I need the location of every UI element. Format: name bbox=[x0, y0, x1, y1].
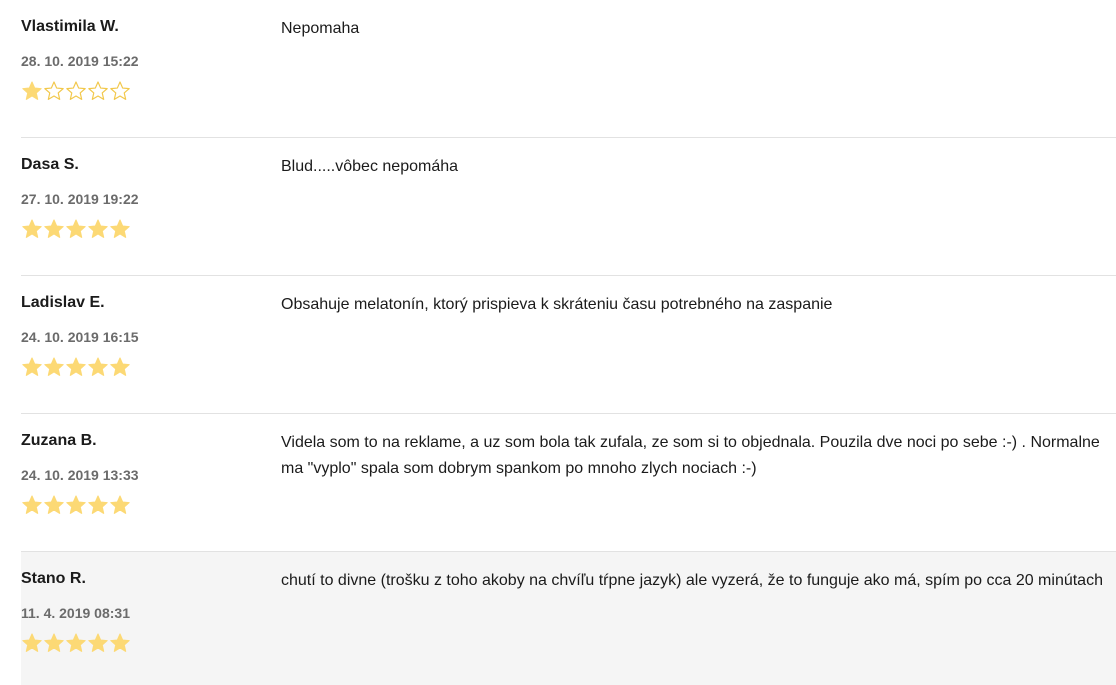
star-filled-icon bbox=[65, 632, 87, 654]
star-filled-icon bbox=[65, 356, 87, 378]
review-author: Stano R. bbox=[21, 570, 86, 587]
star-filled-icon bbox=[87, 218, 109, 240]
star-filled-icon bbox=[65, 494, 87, 516]
star-filled-icon bbox=[21, 356, 43, 378]
star-filled-icon bbox=[43, 632, 65, 654]
star-filled-icon bbox=[109, 356, 131, 378]
review-text: Blud.....vôbec nepomáha bbox=[281, 158, 459, 175]
star-filled-icon bbox=[21, 80, 43, 102]
star-rating bbox=[21, 356, 131, 380]
star-filled-icon bbox=[65, 218, 87, 240]
review-text: Obsahuje melatonín, ktorý prispieva k sk… bbox=[281, 296, 833, 313]
star-rating bbox=[21, 494, 131, 518]
review-author: Zuzana B. bbox=[21, 432, 97, 449]
review-list: Vlastimila W. 28. 10. 2019 15:22 Nepomah… bbox=[21, 0, 1116, 685]
review-date: 11. 4. 2019 08:31 bbox=[21, 605, 130, 621]
star-filled-icon bbox=[87, 356, 109, 378]
review-item: Vlastimila W. 28. 10. 2019 15:22 Nepomah… bbox=[21, 0, 1116, 138]
review-item: Stano R. 11. 4. 2019 08:31 chutí to divn… bbox=[21, 552, 1116, 685]
review-date: 28. 10. 2019 15:22 bbox=[21, 53, 139, 69]
star-filled-icon bbox=[87, 632, 109, 654]
review-item: Zuzana B. 24. 10. 2019 13:33 Videla som … bbox=[21, 414, 1116, 552]
star-filled-icon bbox=[109, 218, 131, 240]
star-filled-icon bbox=[21, 494, 43, 516]
star-empty-icon bbox=[65, 80, 87, 102]
review-author: Vlastimila W. bbox=[21, 18, 119, 35]
star-filled-icon bbox=[21, 632, 43, 654]
star-filled-icon bbox=[109, 632, 131, 654]
review-text: Videla som to na reklame, a uz som bola … bbox=[281, 434, 1100, 477]
review-text: chutí to divne (trošku z toho akoby na c… bbox=[281, 572, 1103, 589]
star-rating bbox=[21, 632, 131, 656]
star-filled-icon bbox=[87, 494, 109, 516]
review-date: 24. 10. 2019 16:15 bbox=[21, 329, 139, 345]
star-rating bbox=[21, 80, 131, 104]
star-empty-icon bbox=[43, 80, 65, 102]
star-rating bbox=[21, 218, 131, 242]
review-item: Ladislav E. 24. 10. 2019 16:15 Obsahuje … bbox=[21, 276, 1116, 414]
review-author: Ladislav E. bbox=[21, 294, 105, 311]
review-date: 27. 10. 2019 19:22 bbox=[21, 191, 139, 207]
star-filled-icon bbox=[21, 218, 43, 240]
review-author: Dasa S. bbox=[21, 156, 79, 173]
star-filled-icon bbox=[109, 494, 131, 516]
star-empty-icon bbox=[87, 80, 109, 102]
review-item: Dasa S. 27. 10. 2019 19:22 Blud.....vôbe… bbox=[21, 138, 1116, 276]
review-text: Nepomaha bbox=[281, 20, 360, 37]
review-date: 24. 10. 2019 13:33 bbox=[21, 467, 139, 483]
star-filled-icon bbox=[43, 356, 65, 378]
star-empty-icon bbox=[109, 80, 131, 102]
star-filled-icon bbox=[43, 494, 65, 516]
star-filled-icon bbox=[43, 218, 65, 240]
